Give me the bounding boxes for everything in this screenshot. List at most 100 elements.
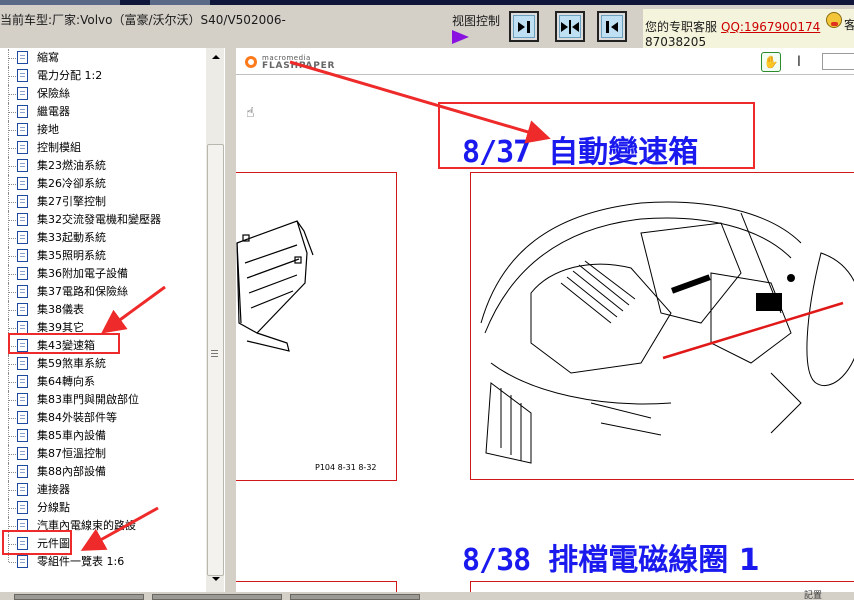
tree-item[interactable]: 集32交流發電機和變壓器 bbox=[0, 211, 206, 229]
document-icon bbox=[17, 465, 28, 478]
tree-item[interactable]: 集35照明系統 bbox=[0, 247, 206, 265]
tree-connector bbox=[9, 148, 16, 149]
tree-item[interactable]: 集83車門與開啟部位 bbox=[0, 391, 206, 409]
tree-item[interactable]: 集27引擎控制 bbox=[0, 193, 206, 211]
zoom-input[interactable] bbox=[822, 53, 854, 70]
tree-item-label: 集85車內設備 bbox=[37, 429, 106, 442]
tree-item-label: 元件圖 bbox=[37, 537, 70, 550]
flashpaper-logo-icon bbox=[245, 56, 257, 68]
engine-bay-figure bbox=[470, 172, 854, 480]
page-title: 排檔電磁線圈 1 bbox=[548, 543, 760, 578]
document-icon bbox=[17, 447, 28, 460]
pane-splitter[interactable] bbox=[224, 48, 236, 592]
tree-item[interactable]: 電力分配 1:2 bbox=[0, 67, 206, 85]
tree-item-label: 集64轉向系 bbox=[37, 375, 95, 388]
component-figure-left: P104 8-31 8-32 bbox=[236, 172, 397, 481]
document-icon bbox=[17, 123, 28, 136]
tree-item[interactable]: 集64轉向系 bbox=[0, 373, 206, 391]
tree-item-label: 集87恒溫控制 bbox=[37, 447, 106, 460]
page-heading-837: 8/37 自動變速箱 bbox=[462, 127, 698, 171]
scrollbar-thumb[interactable] bbox=[207, 144, 224, 576]
qq-penguin-icon[interactable] bbox=[826, 12, 842, 28]
tree-item[interactable]: 保險絲 bbox=[0, 85, 206, 103]
document-icon bbox=[17, 483, 28, 496]
tree-scrollbar[interactable] bbox=[206, 48, 224, 592]
tree-connector bbox=[9, 58, 16, 59]
tree-item[interactable]: 集36附加電子設備 bbox=[0, 265, 206, 283]
document-icon bbox=[17, 303, 28, 316]
tree-connector bbox=[9, 166, 16, 167]
support-panel: 您的专职客服 QQ:1967900174 87038205 bbox=[643, 9, 854, 49]
tree-connector bbox=[9, 112, 16, 113]
tree-connector bbox=[9, 130, 16, 131]
tree-connector bbox=[9, 526, 16, 527]
next-figure-left bbox=[236, 581, 397, 592]
tree-item-label: 繼電器 bbox=[37, 105, 70, 118]
taskbar-item-3[interactable] bbox=[290, 594, 420, 600]
tree-item[interactable]: 集23燃油系統 bbox=[0, 157, 206, 175]
tree-connector bbox=[9, 400, 16, 401]
tree-item[interactable]: 集84外裝部件等 bbox=[0, 409, 206, 427]
tree-connector bbox=[9, 328, 16, 329]
tree-item[interactable]: 縮寫 bbox=[0, 49, 206, 67]
tree-connector bbox=[9, 256, 16, 257]
tree-item-label: 集39其它 bbox=[37, 321, 84, 334]
support-qq-link[interactable]: QQ:1967900174 bbox=[721, 20, 820, 34]
tree-item[interactable]: 集33起動系統 bbox=[0, 229, 206, 247]
prev-page-button[interactable] bbox=[597, 11, 627, 42]
tree-item-label: 集27引擎控制 bbox=[37, 195, 106, 208]
tree-item[interactable]: 元件圖 bbox=[0, 535, 206, 553]
document-icon bbox=[17, 195, 28, 208]
tree-item[interactable]: 集85車內設備 bbox=[0, 427, 206, 445]
tree-item-label: 集36附加電子設備 bbox=[37, 267, 128, 280]
vehicle-info: 当前车型:厂家:Volvo（富豪/沃尔沃）S40/V502006- bbox=[0, 11, 286, 28]
document-icon bbox=[17, 69, 28, 82]
tree-item[interactable]: 集26冷卻系統 bbox=[0, 175, 206, 193]
tree-item[interactable]: 零組件一覽表 1:6 bbox=[0, 553, 206, 571]
tree-item[interactable]: 連接器 bbox=[0, 481, 206, 499]
first-page-button[interactable] bbox=[509, 11, 539, 42]
first-page-icon bbox=[518, 21, 530, 33]
taskbar-item-1[interactable] bbox=[14, 594, 144, 600]
document-icon bbox=[17, 51, 28, 64]
document-icon bbox=[17, 159, 28, 172]
document-icon bbox=[17, 141, 28, 154]
document-icon bbox=[17, 285, 28, 298]
document-icon bbox=[17, 393, 28, 406]
tree-item-label: 零組件一覽表 1:6 bbox=[37, 555, 125, 568]
tree-item[interactable]: 集59煞車系統 bbox=[0, 355, 206, 373]
tree-item[interactable]: 繼電器 bbox=[0, 103, 206, 121]
tree-item[interactable]: 集87恒溫控制 bbox=[0, 445, 206, 463]
document-icon bbox=[17, 177, 28, 190]
scroll-down-arrow-icon[interactable] bbox=[207, 572, 223, 586]
tree-connector bbox=[9, 436, 16, 437]
tree-connector bbox=[9, 490, 16, 491]
status-right-text: 記置 bbox=[804, 591, 823, 601]
document-icon bbox=[17, 519, 28, 532]
tree-item[interactable]: 集88內部設備 bbox=[0, 463, 206, 481]
document-page[interactable]: ☝ 8/37 自動變速箱 8/38 排檔電磁線圈 1 P104 8-31 8-32 bbox=[236, 75, 854, 592]
tree-item[interactable]: 分線點 bbox=[0, 499, 206, 517]
tree-connector bbox=[9, 418, 16, 419]
view-control-arrow-icon bbox=[452, 30, 469, 44]
scroll-up-arrow-icon[interactable] bbox=[207, 50, 223, 64]
tree-item[interactable]: 集39其它 bbox=[0, 319, 206, 337]
hand-tool-icon[interactable]: ✋ bbox=[761, 52, 781, 72]
tree-item[interactable]: 集37電路和保險絲 bbox=[0, 283, 206, 301]
split-view-button[interactable] bbox=[555, 11, 585, 42]
tree-item-label: 集43變速箱 bbox=[37, 339, 95, 352]
taskbar-item-2[interactable] bbox=[152, 594, 282, 600]
tree-item[interactable]: 控制模組 bbox=[0, 139, 206, 157]
tree-item[interactable]: 接地 bbox=[0, 121, 206, 139]
tree-item-label: 縮寫 bbox=[37, 51, 59, 64]
window-top-strip bbox=[0, 0, 854, 5]
document-icon bbox=[17, 87, 28, 100]
tree-item[interactable]: 集38儀表 bbox=[0, 301, 206, 319]
document-icon bbox=[17, 411, 28, 424]
tree-connector bbox=[9, 274, 16, 275]
tree-item[interactable]: 集43變速箱 bbox=[0, 337, 206, 355]
tree-item-label: 集23燃油系統 bbox=[37, 159, 106, 172]
document-icon bbox=[17, 375, 28, 388]
text-select-icon[interactable]: I bbox=[792, 52, 806, 72]
tree-item[interactable]: 汽車內電線束的路設 bbox=[0, 517, 206, 535]
